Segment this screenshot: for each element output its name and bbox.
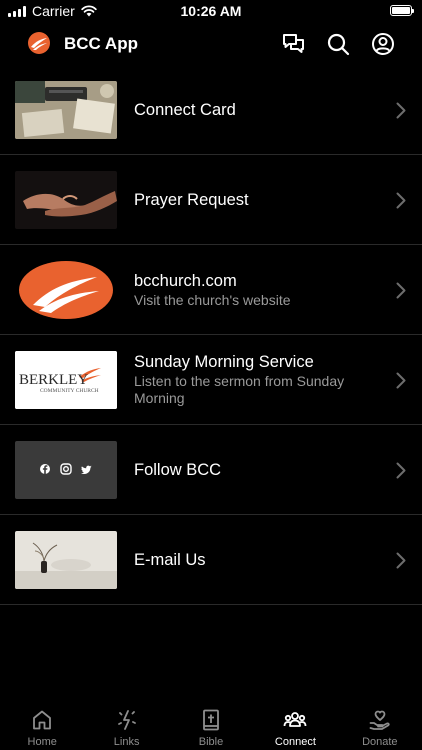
donate-icon	[369, 710, 390, 730]
people-icon	[284, 712, 307, 727]
row-title: Prayer Request	[134, 190, 249, 209]
list-item-bcchurch-website[interactable]: bcchurch.com Visit the church's website	[0, 245, 422, 335]
chevron-right-icon	[396, 102, 406, 119]
row-title: bcchurch.com	[134, 271, 237, 290]
row-subtitle: Listen to the sermon from Sunday Morning	[134, 373, 345, 406]
chevron-right-icon	[396, 552, 406, 569]
berkley-logo-text: BERKLEY	[19, 372, 88, 388]
row-text: Follow BCC	[134, 425, 377, 514]
chevron-right-icon	[396, 282, 406, 299]
app-logo-icon	[28, 32, 50, 54]
berkley-logo-thumbnail: BERKLEY COMMUNITY CHURCH	[15, 351, 117, 409]
home-icon	[33, 710, 52, 730]
profile-icon[interactable]	[370, 31, 396, 57]
app-header: BCC App	[0, 24, 422, 64]
tab-connect[interactable]: Connect	[253, 698, 337, 750]
berkley-logo-subtext: COMMUNITY CHURCH	[40, 388, 99, 394]
tab-bar: Home Links Bible Connect Donate	[0, 698, 422, 750]
tab-label: Bible	[198, 736, 224, 748]
row-title: Sunday Morning Service	[134, 353, 314, 371]
battery-icon	[390, 5, 414, 16]
tab-home[interactable]: Home	[0, 698, 84, 750]
list-item-email-us[interactable]: E-mail Us	[0, 515, 422, 605]
tab-links[interactable]: Links	[84, 698, 168, 750]
list-item-sunday-morning-service[interactable]: BERKLEY COMMUNITY CHURCH Sunday Morning …	[0, 335, 422, 425]
bible-icon	[203, 709, 219, 731]
chat-icon[interactable]	[281, 31, 307, 57]
chevron-right-icon	[396, 462, 406, 479]
row-subtitle: Visit the church's website	[134, 291, 291, 308]
status-bar: Carrier 10:26 AM	[0, 0, 422, 22]
list-item-prayer-request[interactable]: Prayer Request	[0, 155, 422, 245]
vase-photo-thumbnail	[15, 531, 117, 589]
row-text: E-mail Us	[134, 515, 377, 604]
row-text: bcchurch.com Visit the church's website	[134, 245, 377, 334]
list-item-follow-bcc[interactable]: Follow BCC	[0, 425, 422, 515]
search-icon[interactable]	[325, 31, 351, 57]
tab-label: Home	[27, 736, 57, 748]
desk-photo-thumbnail	[15, 81, 117, 139]
facebook-icon	[40, 464, 50, 474]
row-title: Follow BCC	[134, 460, 222, 479]
row-title: E-mail Us	[134, 550, 206, 569]
row-title: Connect Card	[134, 100, 236, 119]
bcc-logo-thumbnail	[15, 261, 117, 319]
tab-donate[interactable]: Donate	[338, 698, 422, 750]
chevron-right-icon	[396, 372, 406, 389]
chevron-right-icon	[396, 192, 406, 209]
status-time: 10:26 AM	[180, 3, 242, 19]
tab-bible[interactable]: Bible	[169, 698, 253, 750]
row-text: Prayer Request	[134, 155, 377, 244]
tab-label: Links	[113, 736, 140, 748]
sparkle-icon	[117, 710, 136, 730]
tab-label: Donate	[362, 736, 398, 748]
row-text: Sunday Morning Service Listen to the ser…	[134, 335, 377, 424]
connect-list: Connect Card Prayer Request bcchurch.com…	[0, 65, 422, 605]
hands-photo-thumbnail	[15, 171, 117, 229]
row-text: Connect Card	[134, 65, 377, 154]
app-title: BCC App	[64, 34, 138, 53]
tab-label: Connect	[274, 736, 316, 748]
social-icons-thumbnail	[15, 441, 117, 499]
list-item-connect-card[interactable]: Connect Card	[0, 65, 422, 155]
